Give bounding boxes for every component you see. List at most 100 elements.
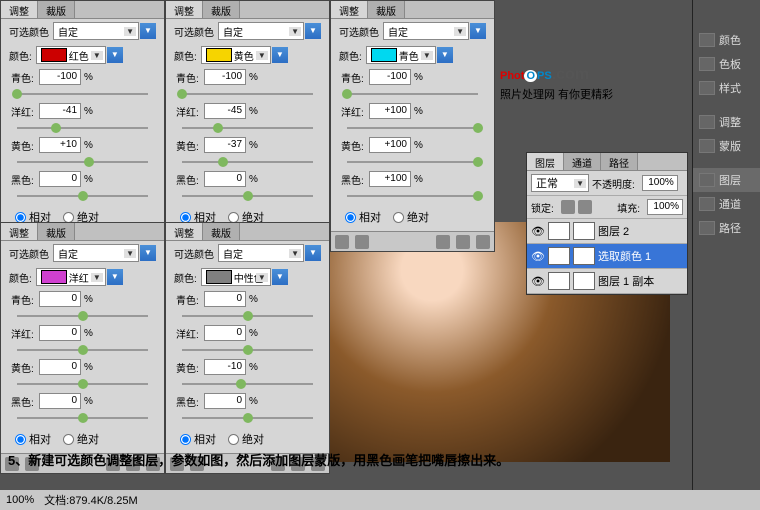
tab-preset[interactable]: 裁版 [38, 1, 75, 18]
yellow-value[interactable]: -10 [204, 359, 246, 375]
magenta-slider[interactable] [17, 345, 148, 355]
view-icon[interactable] [355, 235, 369, 249]
yellow-slider[interactable] [17, 157, 148, 167]
tab-channels[interactable]: 通道 [564, 153, 601, 170]
dropdown-arrow-icon[interactable]: ▼ [107, 269, 123, 285]
preset-dropdown[interactable]: 自定 [218, 22, 304, 40]
black-value[interactable]: 0 [204, 393, 246, 409]
visibility-icon[interactable]: 👁 [531, 275, 545, 288]
dropdown-arrow-icon[interactable]: ▼ [140, 245, 156, 261]
color-dropdown[interactable]: 青色 [366, 46, 436, 64]
magenta-slider[interactable] [182, 123, 313, 133]
magenta-value[interactable]: -45 [204, 103, 246, 119]
magenta-value[interactable]: +100 [369, 103, 411, 119]
dropdown-arrow-icon[interactable]: ▼ [305, 245, 321, 261]
tab-adjust[interactable]: 调整 [166, 1, 203, 18]
cyan-slider[interactable] [17, 89, 148, 99]
dropdown-arrow-icon[interactable]: ▼ [107, 47, 123, 63]
tab-adjust[interactable]: 调整 [166, 223, 203, 240]
delete-icon[interactable] [476, 235, 490, 249]
dock-tab-样式[interactable]: 样式 [693, 76, 760, 100]
cyan-value[interactable]: 0 [204, 291, 246, 307]
yellow-value[interactable]: +100 [369, 137, 411, 153]
preset-dropdown[interactable]: 自定 [218, 244, 304, 262]
dropdown-arrow-icon[interactable]: ▼ [272, 47, 288, 63]
dropdown-arrow-icon[interactable]: ▼ [305, 23, 321, 39]
tab-adjust[interactable]: 调整 [331, 1, 368, 18]
magenta-slider[interactable] [347, 123, 478, 133]
dock-tab-图层[interactable]: 图层 [693, 168, 760, 192]
dock-tab-调整[interactable]: 调整 [693, 110, 760, 134]
cyan-value[interactable]: -100 [39, 69, 81, 85]
black-slider[interactable] [182, 413, 313, 423]
dropdown-arrow-icon[interactable]: ▼ [272, 269, 288, 285]
reset-icon[interactable] [436, 235, 450, 249]
color-dropdown[interactable]: 黄色 [201, 46, 271, 64]
preset-dropdown[interactable]: 自定 [383, 22, 469, 40]
yellow-value[interactable]: +10 [39, 137, 81, 153]
black-slider[interactable] [17, 191, 148, 201]
absolute-radio[interactable]: 绝对 [228, 431, 264, 447]
preset-dropdown[interactable]: 自定 [53, 244, 139, 262]
preset-dropdown[interactable]: 自定 [53, 22, 139, 40]
visibility-icon[interactable]: 👁 [531, 225, 545, 238]
relative-radio[interactable]: 相对 [180, 431, 216, 447]
blend-mode-dropdown[interactable]: 正常 [531, 174, 589, 192]
dropdown-arrow-icon[interactable]: ▼ [470, 23, 486, 39]
zoom-level[interactable]: 100% [6, 494, 34, 506]
layer-row[interactable]: 👁图层 1 副本 [527, 269, 687, 294]
cyan-value[interactable]: -100 [369, 69, 411, 85]
color-dropdown[interactable]: 洋红 [36, 268, 106, 286]
yellow-slider[interactable] [182, 379, 313, 389]
black-value[interactable]: 0 [39, 393, 81, 409]
cyan-slider[interactable] [182, 311, 313, 321]
black-slider[interactable] [347, 191, 478, 201]
cyan-slider[interactable] [347, 89, 478, 99]
magenta-value[interactable]: 0 [204, 325, 246, 341]
dock-tab-路径[interactable]: 路径 [693, 216, 760, 240]
magenta-slider[interactable] [17, 123, 148, 133]
magenta-value[interactable]: -41 [39, 103, 81, 119]
yellow-value[interactable]: -37 [204, 137, 246, 153]
tab-layers[interactable]: 图层 [527, 153, 564, 170]
clip-icon[interactable] [335, 235, 349, 249]
tab-adjust[interactable]: 调整 [1, 223, 38, 240]
cyan-value[interactable]: 0 [39, 291, 81, 307]
black-value[interactable]: 0 [204, 171, 246, 187]
magenta-value[interactable]: 0 [39, 325, 81, 341]
dropdown-arrow-icon[interactable]: ▼ [140, 23, 156, 39]
absolute-radio[interactable]: 绝对 [393, 209, 429, 225]
black-value[interactable]: 0 [39, 171, 81, 187]
dropdown-arrow-icon[interactable]: ▼ [437, 47, 453, 63]
tab-paths[interactable]: 路径 [601, 153, 638, 170]
cyan-slider[interactable] [182, 89, 313, 99]
black-slider[interactable] [17, 413, 148, 423]
fill-value[interactable]: 100% [647, 199, 683, 215]
layer-row[interactable]: 👁选取颜色 1 [527, 244, 687, 269]
cyan-slider[interactable] [17, 311, 148, 321]
lock-pixels-icon[interactable] [578, 200, 592, 214]
tab-preset[interactable]: 裁版 [203, 223, 240, 240]
color-dropdown[interactable]: 中性色 [201, 268, 271, 286]
relative-radio[interactable]: 相对 [15, 431, 51, 447]
absolute-radio[interactable]: 绝对 [63, 431, 99, 447]
tab-preset[interactable]: 裁版 [38, 223, 75, 240]
cyan-value[interactable]: -100 [204, 69, 246, 85]
yellow-slider[interactable] [17, 379, 148, 389]
black-value[interactable]: +100 [369, 171, 411, 187]
yellow-slider[interactable] [347, 157, 478, 167]
tab-preset[interactable]: 裁版 [368, 1, 405, 18]
layer-row[interactable]: 👁图层 2 [527, 219, 687, 244]
opacity-value[interactable]: 100% [642, 175, 678, 191]
dock-tab-色板[interactable]: 色板 [693, 52, 760, 76]
dock-tab-颜色[interactable]: 颜色 [693, 28, 760, 52]
visibility-icon[interactable] [456, 235, 470, 249]
relative-radio[interactable]: 相对 [345, 209, 381, 225]
tab-preset[interactable]: 裁版 [203, 1, 240, 18]
tab-adjust[interactable]: 调整 [1, 1, 38, 18]
visibility-icon[interactable]: 👁 [531, 250, 545, 263]
lock-transparency-icon[interactable] [561, 200, 575, 214]
yellow-slider[interactable] [182, 157, 313, 167]
magenta-slider[interactable] [182, 345, 313, 355]
dock-tab-通道[interactable]: 通道 [693, 192, 760, 216]
